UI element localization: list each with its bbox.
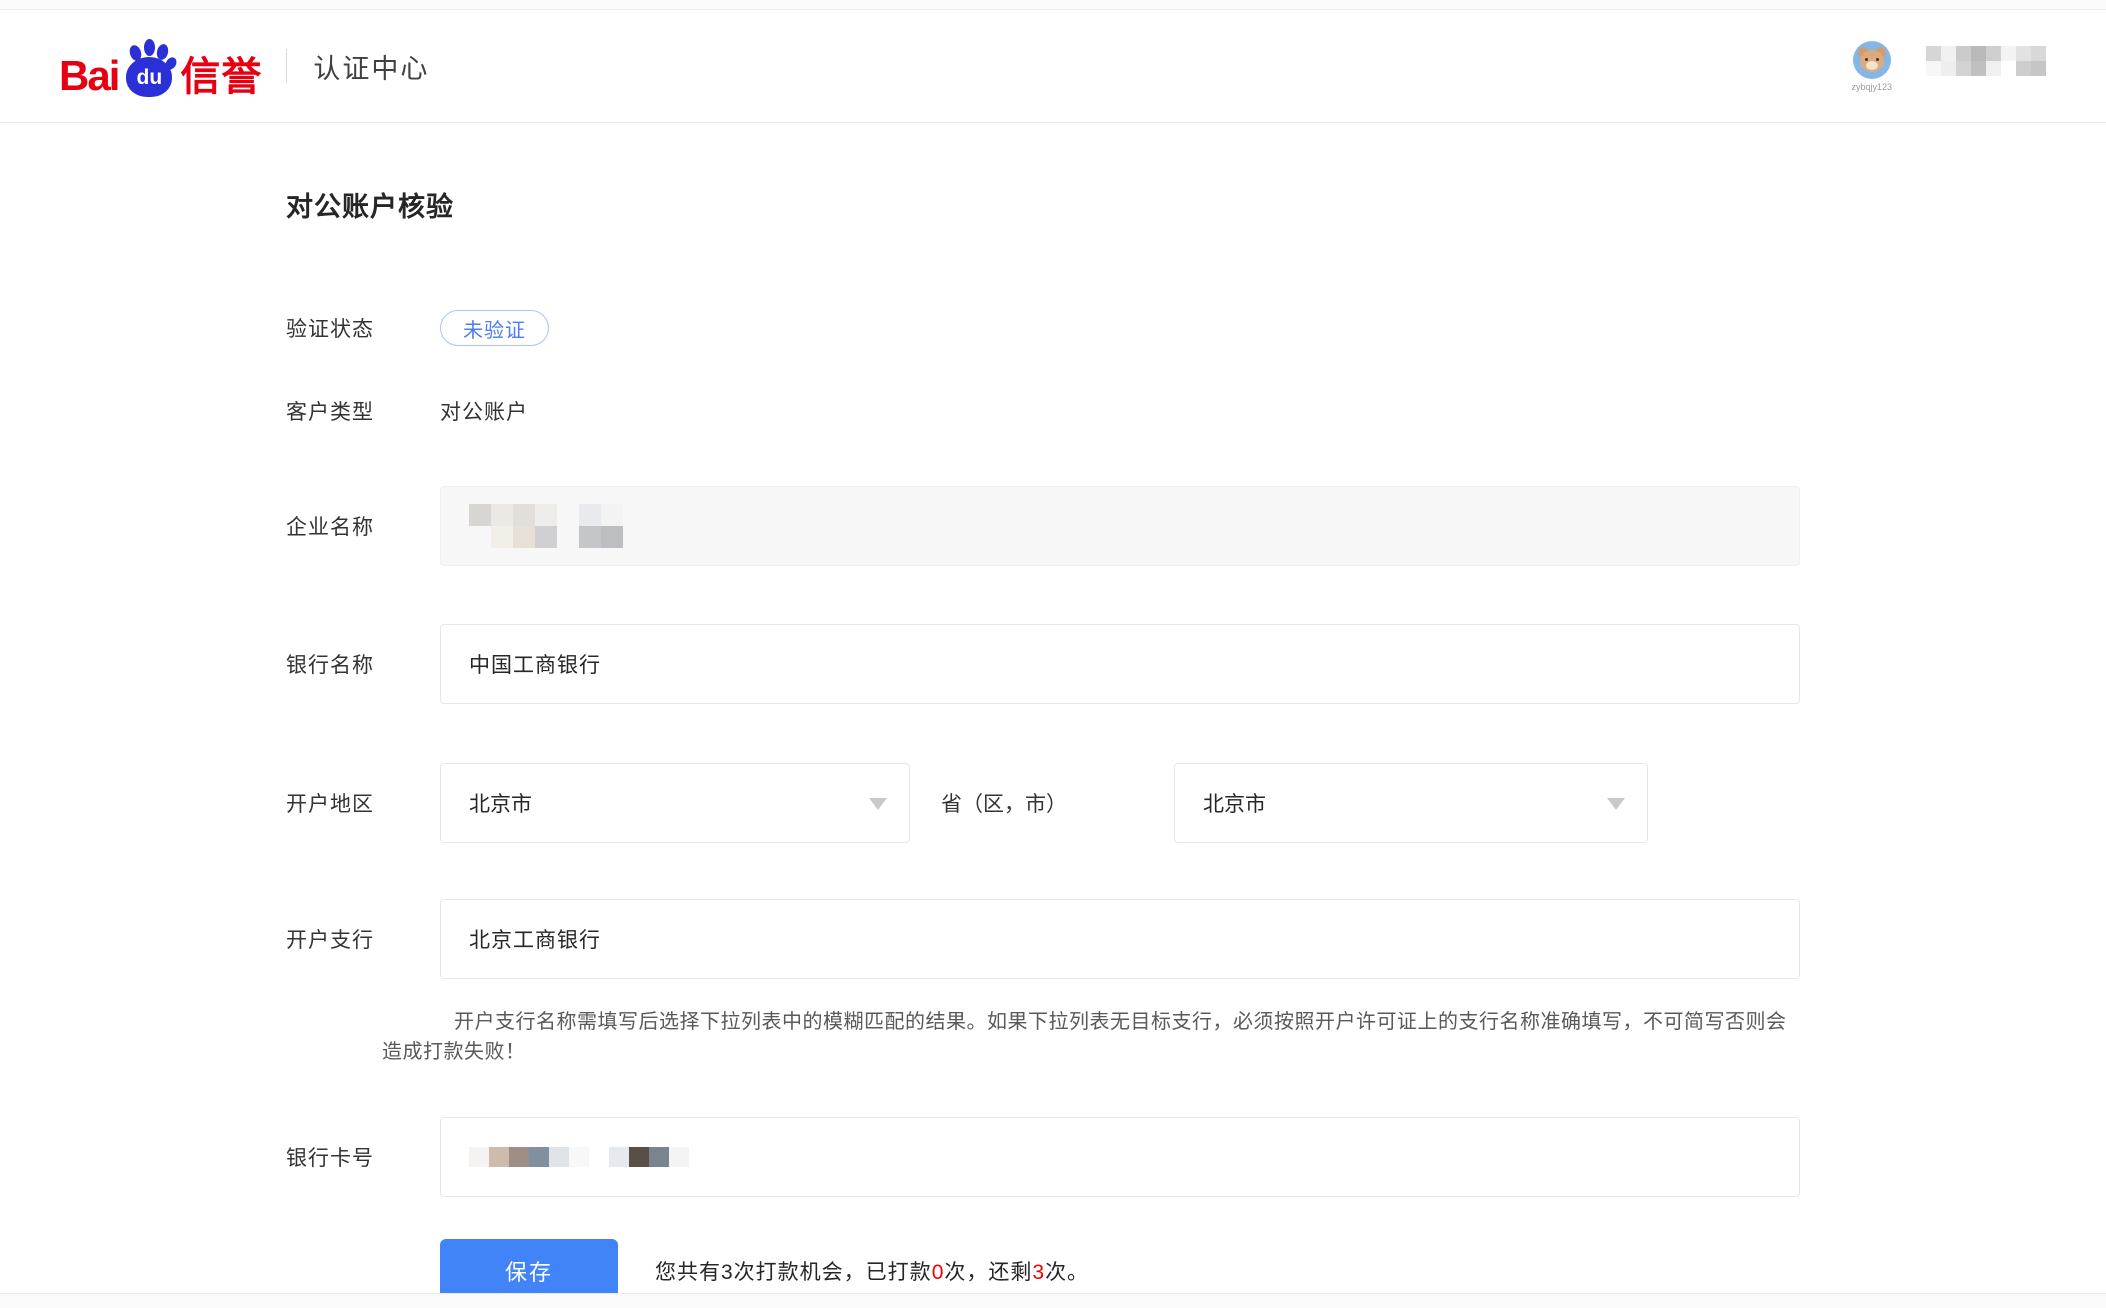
header: Bai du 信誉 认证中心 zybqjy123 xyxy=(0,10,2106,123)
customer-type-row: 客户类型 对公账户 xyxy=(286,396,1800,426)
bank-name-input[interactable] xyxy=(440,624,1800,704)
company-name-input[interactable] xyxy=(440,486,1800,566)
city-select[interactable]: 北京市 xyxy=(1174,763,1648,843)
header-user-area[interactable]: zybqjy123 xyxy=(1851,41,2046,92)
customer-type-value: 对公账户 xyxy=(440,396,528,426)
site-section-title: 认证中心 xyxy=(313,47,429,86)
region-label: 开户地区 xyxy=(286,788,440,818)
note-suffix: 次。 xyxy=(1045,1261,1089,1284)
baidu-xinyu-logo[interactable]: Bai du 信誉 xyxy=(59,35,262,97)
main-content: 对公账户核验 验证状态 未验证 客户类型 对公账户 企业名称 银行名称 开户地区… xyxy=(286,185,1800,1303)
bank-name-row: 银行名称 xyxy=(286,624,1800,704)
customer-type-label: 客户类型 xyxy=(286,396,440,426)
region-row: 开户地区 北京市 省（区，市） 北京市 xyxy=(286,763,1800,843)
page-footer-strip xyxy=(0,1293,2106,1308)
card-number-row: 银行卡号 xyxy=(286,1117,1800,1197)
company-name-label: 企业名称 xyxy=(286,511,440,541)
branch-row: 开户支行 xyxy=(286,899,1800,979)
note-paid-count: 0 xyxy=(932,1261,945,1284)
header-divider xyxy=(286,49,287,83)
status-label: 验证状态 xyxy=(286,313,440,343)
account-name-redacted xyxy=(1926,46,2046,76)
card-number-input[interactable] xyxy=(440,1117,1800,1197)
company-name-row: 企业名称 xyxy=(286,486,1800,566)
note-remaining-count: 3 xyxy=(1032,1261,1045,1284)
browser-top-strip xyxy=(0,0,2106,10)
bank-name-label: 银行名称 xyxy=(286,649,440,679)
chevron-down-icon xyxy=(869,798,887,810)
province-select[interactable]: 北京市 xyxy=(440,763,910,843)
card-number-redacted xyxy=(469,1147,689,1167)
note-prefix: 您共有3次打款机会，已打款 xyxy=(655,1261,932,1284)
user-avatar[interactable] xyxy=(1853,41,1891,79)
branch-input[interactable] xyxy=(440,899,1800,979)
city-select-value: 北京市 xyxy=(1203,788,1266,818)
username-text: zybqjy123 xyxy=(1851,82,1892,92)
branch-hint-text: 开户支行名称需填写后选择下拉列表中的模糊匹配的结果。如果下拉列表无目标支行，必须… xyxy=(382,1007,1806,1067)
branch-label: 开户支行 xyxy=(286,924,440,954)
logo-text-bai: Bai xyxy=(59,55,118,97)
chevron-down-icon xyxy=(1607,798,1625,810)
status-row: 验证状态 未验证 xyxy=(286,310,1800,346)
logo-text-du: du xyxy=(137,67,163,88)
logo-text-xinyu: 信誉 xyxy=(180,57,262,97)
baidu-paw-icon: du xyxy=(122,35,176,97)
note-mid: 次，还剩 xyxy=(944,1261,1032,1284)
status-badge: 未验证 xyxy=(440,310,549,346)
province-select-value: 北京市 xyxy=(469,788,532,818)
region-mid-label: 省（区，市） xyxy=(941,788,1067,818)
page-title: 对公账户核验 xyxy=(286,185,1800,224)
company-name-redacted xyxy=(469,504,623,548)
card-number-label: 银行卡号 xyxy=(286,1142,440,1172)
payment-attempts-note: 您共有3次打款机会，已打款0次，还剩3次。 xyxy=(655,1256,1089,1286)
